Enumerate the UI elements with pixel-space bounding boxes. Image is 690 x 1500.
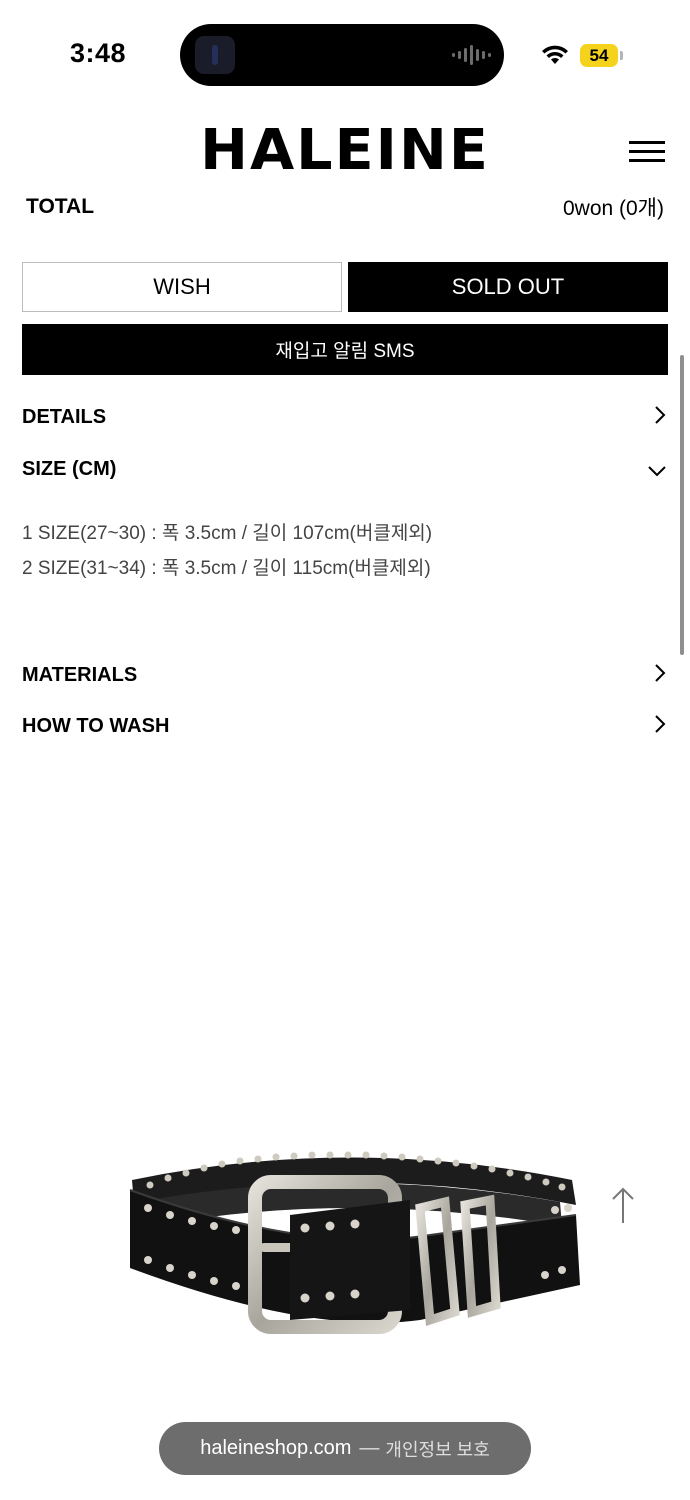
island-app-icon — [195, 36, 235, 74]
scroll-to-top-icon[interactable] — [608, 1185, 638, 1225]
battery-tip — [620, 51, 623, 60]
details-section-toggle[interactable]: DETAILS — [22, 398, 668, 438]
total-label: TOTAL — [26, 195, 95, 218]
size-label: SIZE (CM) — [22, 458, 117, 480]
chevron-down-icon — [648, 466, 666, 477]
sold-out-button[interactable]: SOLD OUT — [348, 262, 668, 312]
battery-icon: 54 — [580, 44, 618, 67]
url-separator: — — [359, 1437, 380, 1459]
how-to-wash-section-toggle[interactable]: HOW TO WASH — [22, 707, 668, 747]
details-label: DETAILS — [22, 406, 107, 428]
size-info-line-2: 2 SIZE(31~34) : 폭 3.5cm / 길이 115cm(버클제외) — [22, 558, 431, 579]
size-section-toggle[interactable]: SIZE (CM) — [22, 450, 668, 490]
status-time: 3:48 — [70, 38, 127, 68]
size-info-line-1: 1 SIZE(27~30) : 폭 3.5cm / 길이 107cm(버클제외) — [22, 523, 433, 544]
audio-wave-icon — [452, 44, 491, 66]
chevron-right-icon — [655, 715, 666, 733]
materials-section-toggle[interactable]: MATERIALS — [22, 656, 668, 696]
domain-text: haleineshop.com — [200, 1437, 352, 1459]
scrollbar[interactable] — [680, 355, 684, 655]
materials-label: MATERIALS — [22, 664, 138, 686]
dynamic-island — [180, 24, 504, 86]
brand-logo[interactable]: HALEINE — [0, 122, 690, 180]
restock-sms-button[interactable]: 재입고 알림 SMS — [22, 324, 668, 375]
product-belt-image — [129, 1151, 580, 1334]
chevron-right-icon — [655, 406, 666, 424]
browser-url-pill[interactable]: haleineshop.com — 개인정보 보호 — [159, 1422, 531, 1475]
hamburger-menu-icon[interactable] — [629, 141, 665, 162]
total-value: 0won (0개) — [562, 197, 664, 220]
privacy-label: 개인정보 보호 — [385, 1439, 490, 1460]
wish-button[interactable]: WISH — [22, 262, 342, 312]
how-to-wash-label: HOW TO WASH — [22, 715, 170, 737]
wifi-icon — [542, 45, 568, 64]
chevron-right-icon — [655, 664, 666, 682]
